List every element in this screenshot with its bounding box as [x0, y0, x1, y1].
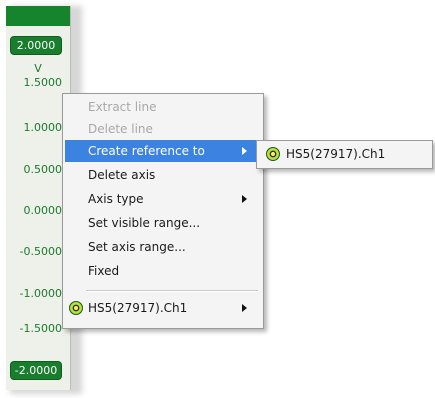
menu-item-fixed[interactable]: Fixed [65, 260, 259, 282]
submenu-arrow-icon [242, 147, 247, 155]
axis-unit-label: V [34, 62, 42, 75]
menu-item-label: Set axis range... [88, 240, 186, 254]
menu-item-delete-line: Delete line [65, 118, 259, 140]
menu-item-create-reference-to[interactable]: Create reference to [65, 140, 259, 162]
menu-item-delete-axis[interactable]: Delete axis [65, 164, 259, 186]
menu-item-label: Delete line [88, 122, 153, 136]
axis-tick-label: -0.5000 [19, 245, 62, 258]
menu-item-extract-line: Extract line [65, 96, 259, 118]
menu-item-label: Delete axis [88, 168, 156, 182]
axis-tick-label: -1.0000 [19, 287, 62, 300]
axis-tick-label: 1.0000 [23, 121, 63, 134]
axis-tick-label: -1.5000 [19, 322, 62, 335]
axis-context-menu: Extract line Delete line Create referenc… [62, 93, 264, 329]
menu-item-channel[interactable]: HS5(27917).Ch1 [65, 297, 259, 319]
menu-item-label: Axis type [88, 192, 144, 206]
menu-item-set-axis-range[interactable]: Set axis range... [65, 236, 259, 258]
submenu-item-channel[interactable]: HS5(27917).Ch1 [259, 143, 430, 165]
axis-min-badge[interactable]: -2.0000 [10, 361, 62, 380]
axis-tick-label: 0.5000 [23, 163, 63, 176]
submenu-item-label: HS5(27917).Ch1 [286, 147, 386, 161]
menu-item-label: Extract line [88, 100, 157, 114]
create-reference-submenu: HS5(27917).Ch1 [256, 140, 433, 169]
channel-icon [69, 301, 83, 315]
menu-item-axis-type[interactable]: Axis type [65, 188, 259, 210]
axis-tick-label: 0.0000 [23, 204, 63, 217]
menu-item-label: Create reference to [88, 144, 205, 158]
submenu-arrow-icon [242, 304, 247, 312]
menu-item-label: Set visible range... [88, 216, 201, 230]
axis-max-badge[interactable]: 2.0000 [10, 36, 62, 55]
axis-tick-label: 1.5000 [23, 76, 63, 89]
menu-item-label: HS5(27917).Ch1 [88, 301, 188, 315]
menu-item-label: Fixed [88, 264, 120, 278]
menu-item-set-visible-range[interactable]: Set visible range... [65, 212, 259, 234]
menu-separator [86, 290, 258, 292]
submenu-arrow-icon [242, 195, 247, 203]
channel-icon [266, 147, 280, 161]
axis-header-bar[interactable] [6, 6, 70, 26]
